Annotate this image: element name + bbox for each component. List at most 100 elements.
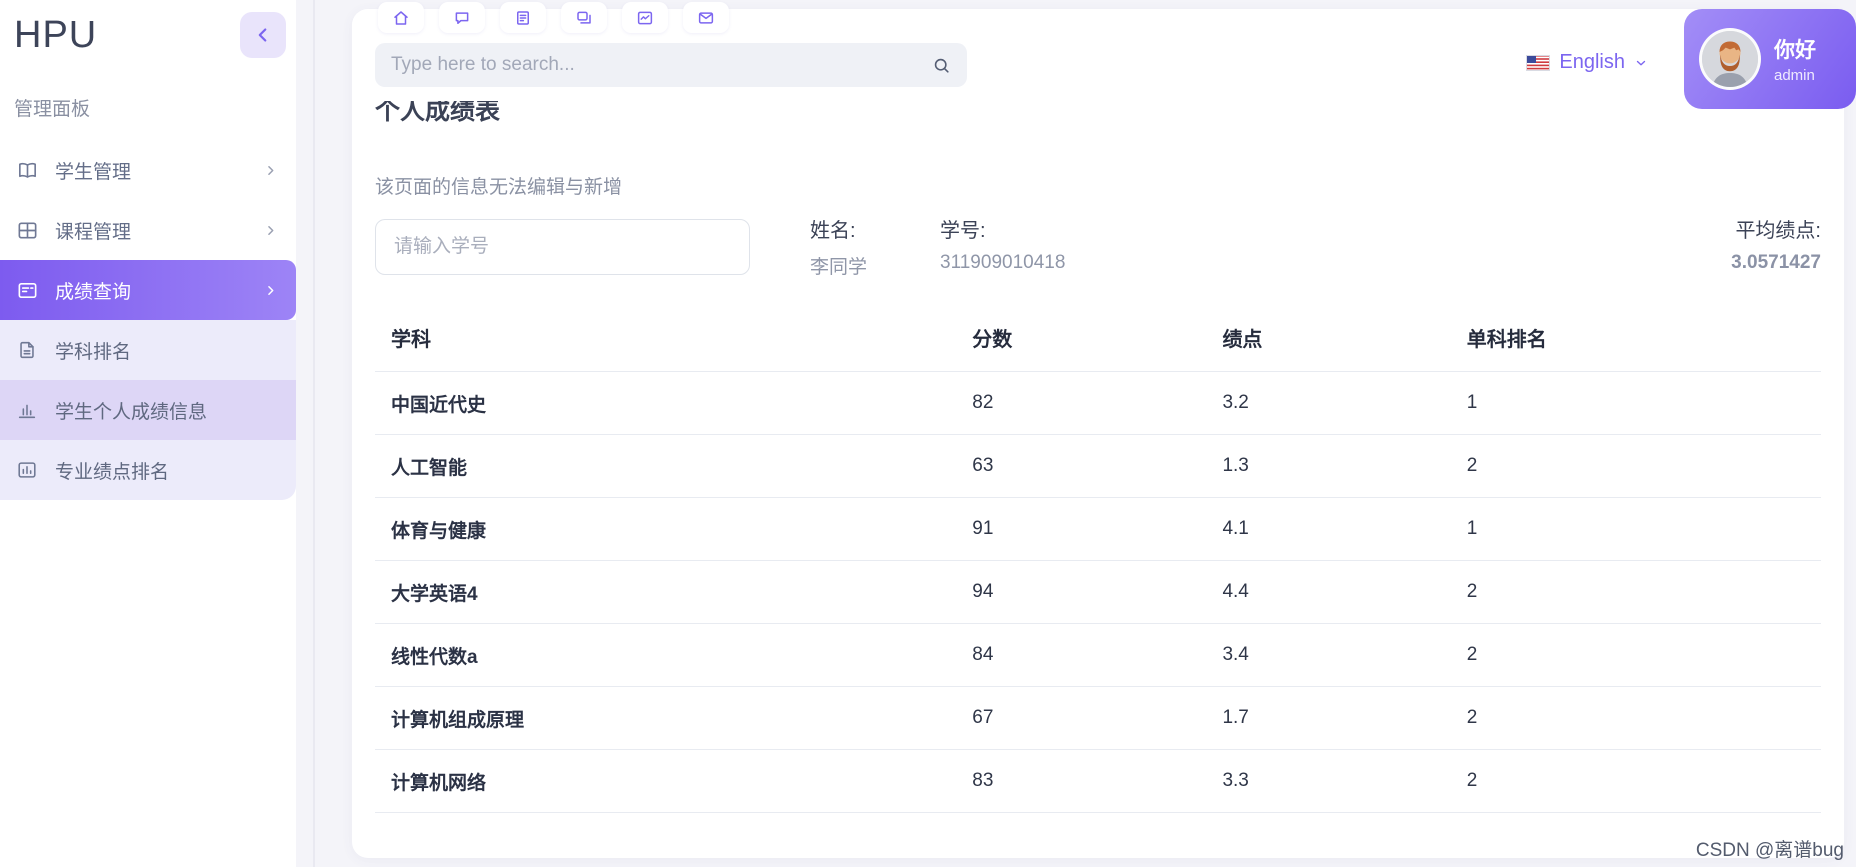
cell-subject: 人工智能 (375, 434, 957, 498)
home-icon (392, 9, 410, 27)
cell-gpa: 1.7 (1206, 686, 1451, 750)
book-icon (16, 159, 39, 182)
forum-icon (575, 9, 593, 27)
sidebar-item-course-management[interactable]: 课程管理 (0, 200, 296, 260)
user-profile-chip[interactable]: 你好 admin (1684, 9, 1856, 109)
language-selector[interactable]: English (1526, 51, 1648, 74)
student-id-label: 学号: (940, 220, 986, 242)
column-header-score: 分数 (956, 305, 1207, 372)
page-content: 个人成绩表 该页面的信息无法编辑与新增 姓名: 李同学 学号: 31190901… (375, 79, 1821, 813)
cell-rank: 2 (1450, 623, 1821, 687)
cell-gpa: 4.4 (1206, 560, 1451, 624)
user-name: admin (1774, 67, 1815, 84)
sidebar-menu: 学生管理 课程管理 成绩查询 学科排名 学生个人成绩信息 专业绩点排名 (0, 140, 296, 500)
table-row: 中国近代史 82 3.2 1 (375, 371, 1821, 435)
language-label: English (1559, 51, 1625, 73)
panel-label: 管理面板 (14, 99, 91, 120)
gpa-value: 3.0571427 (1731, 252, 1821, 273)
cell-rank: 2 (1450, 560, 1821, 624)
main-content-card: 个人成绩表 该页面的信息无法编辑与新增 姓名: 李同学 学号: 31190901… (352, 9, 1844, 858)
sidebar-subitem-personal-grade-info[interactable]: 学生个人成绩信息 (0, 380, 296, 440)
chevron-right-icon (263, 283, 278, 298)
cell-score: 63 (956, 434, 1207, 498)
table-row: 人工智能 63 1.3 2 (375, 434, 1821, 498)
quick-tab-mail[interactable] (683, 2, 729, 33)
quick-tab-documents[interactable] (500, 2, 546, 33)
grid-icon (16, 219, 39, 242)
search-icon[interactable] (932, 56, 951, 75)
chevron-down-icon (1634, 56, 1648, 70)
table-row: 计算机网络 83 3.3 2 (375, 749, 1821, 813)
column-header-gpa: 绩点 (1206, 305, 1451, 372)
student-filter-row: 姓名: 李同学 学号: 311909010418 平均绩点: 3.0571427 (375, 219, 1821, 279)
content-divider (313, 0, 315, 867)
search-input[interactable] (391, 54, 932, 76)
sidebar-item-label: 学生管理 (55, 161, 132, 183)
cell-rank: 1 (1450, 497, 1821, 561)
quick-tab-home[interactable] (378, 2, 424, 33)
table-row: 线性代数a 84 3.4 2 (375, 623, 1821, 687)
student-id-value: 311909010418 (940, 252, 1066, 273)
cell-score: 82 (956, 371, 1207, 435)
sidebar: HPU 管理面板 学生管理 课程管理 成绩查询 学科排名 学生个人成绩信息 专业… (0, 0, 296, 867)
column-header-subject: 学科 (375, 305, 957, 372)
quick-tab-chat[interactable] (439, 2, 485, 33)
page-note: 该页面的信息无法编辑与新增 (375, 177, 623, 198)
grade-query-submenu: 学科排名 学生个人成绩信息 专业绩点排名 (0, 320, 296, 500)
cell-score: 67 (956, 686, 1207, 750)
chevron-right-icon (263, 163, 278, 178)
sidebar-subitem-label: 专业绩点排名 (55, 461, 170, 483)
cell-rank: 2 (1450, 434, 1821, 498)
sidebar-header: HPU (0, 0, 296, 58)
student-name-field: 姓名: 李同学 (810, 219, 867, 279)
search-bar (375, 43, 967, 87)
cell-rank: 1 (1450, 371, 1821, 435)
average-gpa-field: 平均绩点: 3.0571427 (1731, 219, 1821, 274)
student-id-input[interactable] (375, 219, 750, 275)
sidebar-subitem-subject-ranking[interactable]: 学科排名 (0, 320, 296, 380)
table-row: 计算机组成原理 67 1.7 2 (375, 686, 1821, 750)
quick-tab-forum[interactable] (561, 2, 607, 33)
sidebar-item-student-management[interactable]: 学生管理 (0, 140, 296, 200)
cell-subject: 线性代数a (375, 623, 957, 687)
sidebar-subitem-major-gpa-ranking[interactable]: 专业绩点排名 (0, 440, 296, 500)
student-id-field: 学号: 311909010418 (940, 219, 1065, 274)
grades-table: 学科 分数 绩点 单科排名 中国近代史 82 3.2 1 人工智能 63 1.3 (375, 305, 1821, 813)
app-logo: HPU (14, 14, 98, 56)
gpa-label: 平均绩点: (1735, 220, 1821, 242)
avatar (1699, 28, 1761, 90)
mail-icon (697, 9, 715, 27)
cell-rank: 2 (1450, 749, 1821, 813)
bar-chart-icon (16, 399, 39, 422)
sidebar-item-grade-query[interactable]: 成绩查询 (0, 260, 296, 320)
cell-gpa: 4.1 (1206, 497, 1451, 561)
name-label: 姓名: (810, 220, 856, 242)
cell-subject: 中国近代史 (375, 371, 957, 435)
chart-window-icon (636, 9, 654, 27)
column-header-rank: 单科排名 (1450, 305, 1821, 372)
sidebar-collapse-button[interactable] (240, 12, 286, 58)
chart-box-icon (16, 459, 39, 482)
cell-gpa: 3.4 (1206, 623, 1451, 687)
grades-card-icon (16, 279, 39, 302)
user-info: 你好 admin (1774, 34, 1816, 84)
chevron-left-icon (252, 24, 274, 46)
cell-score: 94 (956, 560, 1207, 624)
cell-subject: 计算机组成原理 (375, 686, 957, 750)
name-value: 李同学 (810, 257, 868, 278)
cell-gpa: 1.3 (1206, 434, 1451, 498)
cell-score: 91 (956, 497, 1207, 561)
us-flag-icon (1526, 54, 1551, 71)
cell-score: 83 (956, 749, 1207, 813)
cell-subject: 大学英语4 (375, 560, 957, 624)
document-lines-icon (514, 9, 532, 27)
sidebar-subitem-label: 学生个人成绩信息 (55, 401, 208, 423)
watermark: CSDN @离谱bug (1695, 840, 1844, 861)
sidebar-item-label: 课程管理 (55, 221, 132, 243)
document-icon (16, 339, 39, 362)
sidebar-item-label: 成绩查询 (55, 281, 132, 303)
cell-rank: 2 (1450, 686, 1821, 750)
cell-score: 84 (956, 623, 1207, 687)
quick-tab-analytics[interactable] (622, 2, 668, 33)
cell-gpa: 3.3 (1206, 749, 1451, 813)
